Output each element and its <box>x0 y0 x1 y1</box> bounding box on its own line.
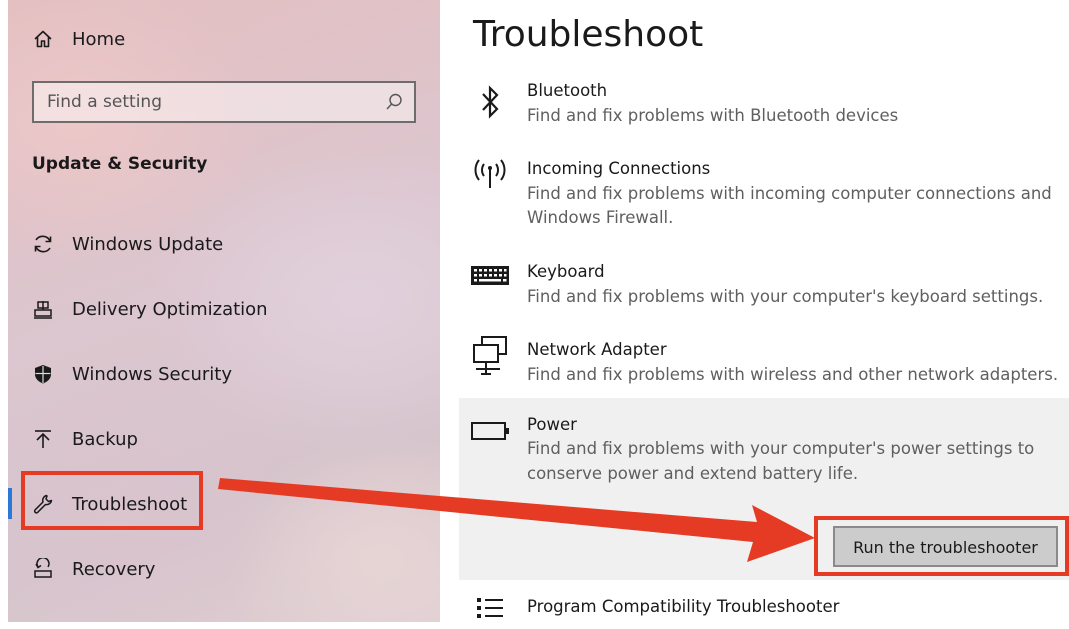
section-title: Update & Security <box>32 154 208 174</box>
troubleshoot-highlight-annotation <box>21 471 203 530</box>
sidebar-item-recovery[interactable]: Recovery <box>32 554 155 584</box>
sidebar-item-label: Windows Update <box>72 233 224 255</box>
recovery-icon <box>32 558 54 580</box>
troubleshooter-description: Find and fix problems with Bluetooth dev… <box>527 106 899 125</box>
settings-sidebar: Home Update & Security Windows Update De… <box>0 0 440 622</box>
network-adapter-icon <box>470 336 510 376</box>
troubleshooter-title: Incoming Connections <box>527 159 711 178</box>
sidebar-item-label: Windows Security <box>72 363 232 385</box>
troubleshooter-description-line-2: conserve power and extend battery life. <box>527 464 859 483</box>
delivery-optimization-icon <box>32 298 54 320</box>
troubleshooter-incoming-connections[interactable]: Incoming Connections Find and fix proble… <box>440 156 1069 236</box>
sidebar-item-label: Backup <box>72 428 138 450</box>
sidebar-item-windows-update[interactable]: Windows Update <box>32 229 223 259</box>
home-icon <box>32 28 54 50</box>
page-title: Troubleshoot <box>473 14 704 55</box>
battery-icon <box>470 416 512 446</box>
sync-icon <box>32 233 54 255</box>
sidebar-item-windows-security[interactable]: Windows Security <box>32 359 232 389</box>
troubleshooter-title: Program Compatibility Troubleshooter <box>527 597 840 616</box>
troubleshooter-keyboard[interactable]: Keyboard Find and fix problems with your… <box>440 260 1069 316</box>
troubleshooter-title: Network Adapter <box>527 340 667 359</box>
troubleshooter-description: Find and fix problems with wireless and … <box>527 365 1059 384</box>
troubleshooter-title: Power <box>527 415 577 434</box>
troubleshooter-title: Bluetooth <box>527 81 608 100</box>
search-input[interactable] <box>34 83 367 121</box>
troubleshooter-description: Find and fix problems with your computer… <box>527 287 1044 306</box>
sidebar-item-label: Recovery <box>72 558 156 580</box>
troubleshooter-program-compatibility[interactable]: Program Compatibility Troubleshooter <box>440 595 1069 622</box>
home-label: Home <box>72 28 126 50</box>
troubleshooter-description-line-1: Find and fix problems with your computer… <box>527 439 1035 458</box>
sidebar-item-delivery-optimization[interactable]: Delivery Optimization <box>32 294 268 324</box>
selected-indicator <box>8 488 12 519</box>
shield-icon <box>32 363 54 385</box>
run-button-highlight-annotation <box>814 516 1069 576</box>
keyboard-icon <box>470 256 510 296</box>
list-icon <box>470 589 510 629</box>
troubleshooter-bluetooth[interactable]: Bluetooth Find and fix problems with Blu… <box>440 78 1069 134</box>
troubleshooter-description-line-2: Windows Firewall. <box>527 208 674 227</box>
search-icon[interactable] <box>384 92 404 112</box>
search-box[interactable] <box>32 81 416 123</box>
home-link[interactable]: Home <box>32 25 125 53</box>
bluetooth-icon <box>470 82 510 122</box>
backup-arrow-icon <box>32 428 54 450</box>
sidebar-edge <box>0 0 8 622</box>
sidebar-item-backup[interactable]: Backup <box>32 424 138 454</box>
troubleshooter-network-adapter[interactable]: Network Adapter Find and fix problems wi… <box>440 336 1069 394</box>
antenna-icon <box>470 152 510 192</box>
troubleshooter-title: Keyboard <box>527 262 605 281</box>
troubleshooter-description-line-1: Find and fix problems with incoming comp… <box>527 184 1052 203</box>
sidebar-item-label: Delivery Optimization <box>72 298 268 320</box>
